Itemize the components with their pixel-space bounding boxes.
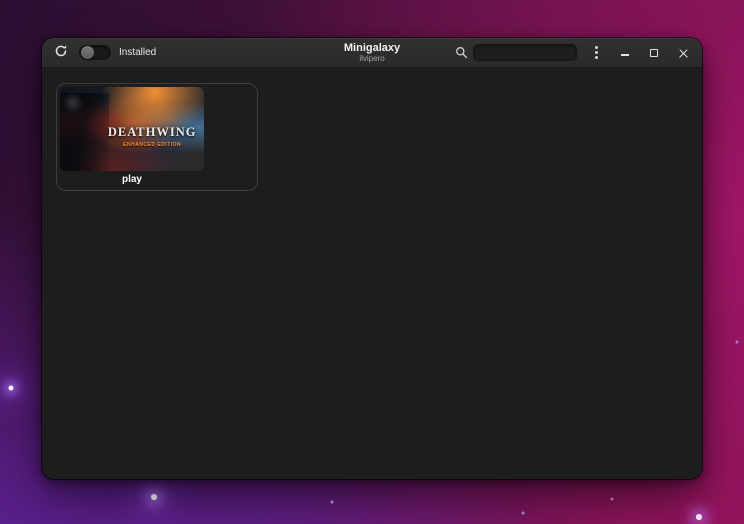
installed-toggle[interactable] (79, 45, 111, 60)
game-action-label[interactable]: play (60, 174, 204, 185)
game-tile[interactable]: DEATHWING ENHANCED EDITION play (56, 83, 258, 191)
background-star-glows (0, 0, 2, 2)
library-content-area: DEATHWING ENHANCED EDITION play (42, 68, 702, 478)
minigalaxy-window: Installed Minigalaxy ilvipero DEATHWING … (41, 37, 703, 480)
refresh-button[interactable] (51, 43, 71, 63)
header-right-controls (455, 43, 693, 63)
search-icon (455, 46, 468, 59)
maximize-icon (650, 48, 658, 57)
kebab-menu-icon (594, 51, 598, 54)
header-bar: Installed Minigalaxy ilvipero (42, 38, 702, 68)
minimize-icon (621, 49, 629, 57)
close-icon (679, 48, 688, 57)
cover-subtitle-text: ENHANCED EDITION (123, 142, 182, 149)
menu-button[interactable] (586, 43, 606, 63)
window-title: Minigalaxy (343, 42, 401, 54)
installed-toggle-knob (81, 46, 94, 59)
close-button[interactable] (673, 43, 693, 63)
search-input[interactable] (473, 44, 577, 61)
maximize-button[interactable] (644, 43, 664, 63)
installed-toggle-label: Installed (119, 47, 157, 58)
game-cover-image[interactable]: DEATHWING ENHANCED EDITION (60, 87, 204, 171)
cover-title-text: DEATHWING (107, 124, 197, 139)
minimize-button[interactable] (615, 43, 635, 63)
refresh-icon (54, 44, 68, 61)
window-subtitle: ilvipero (359, 54, 385, 63)
header-left-controls: Installed (51, 43, 156, 63)
